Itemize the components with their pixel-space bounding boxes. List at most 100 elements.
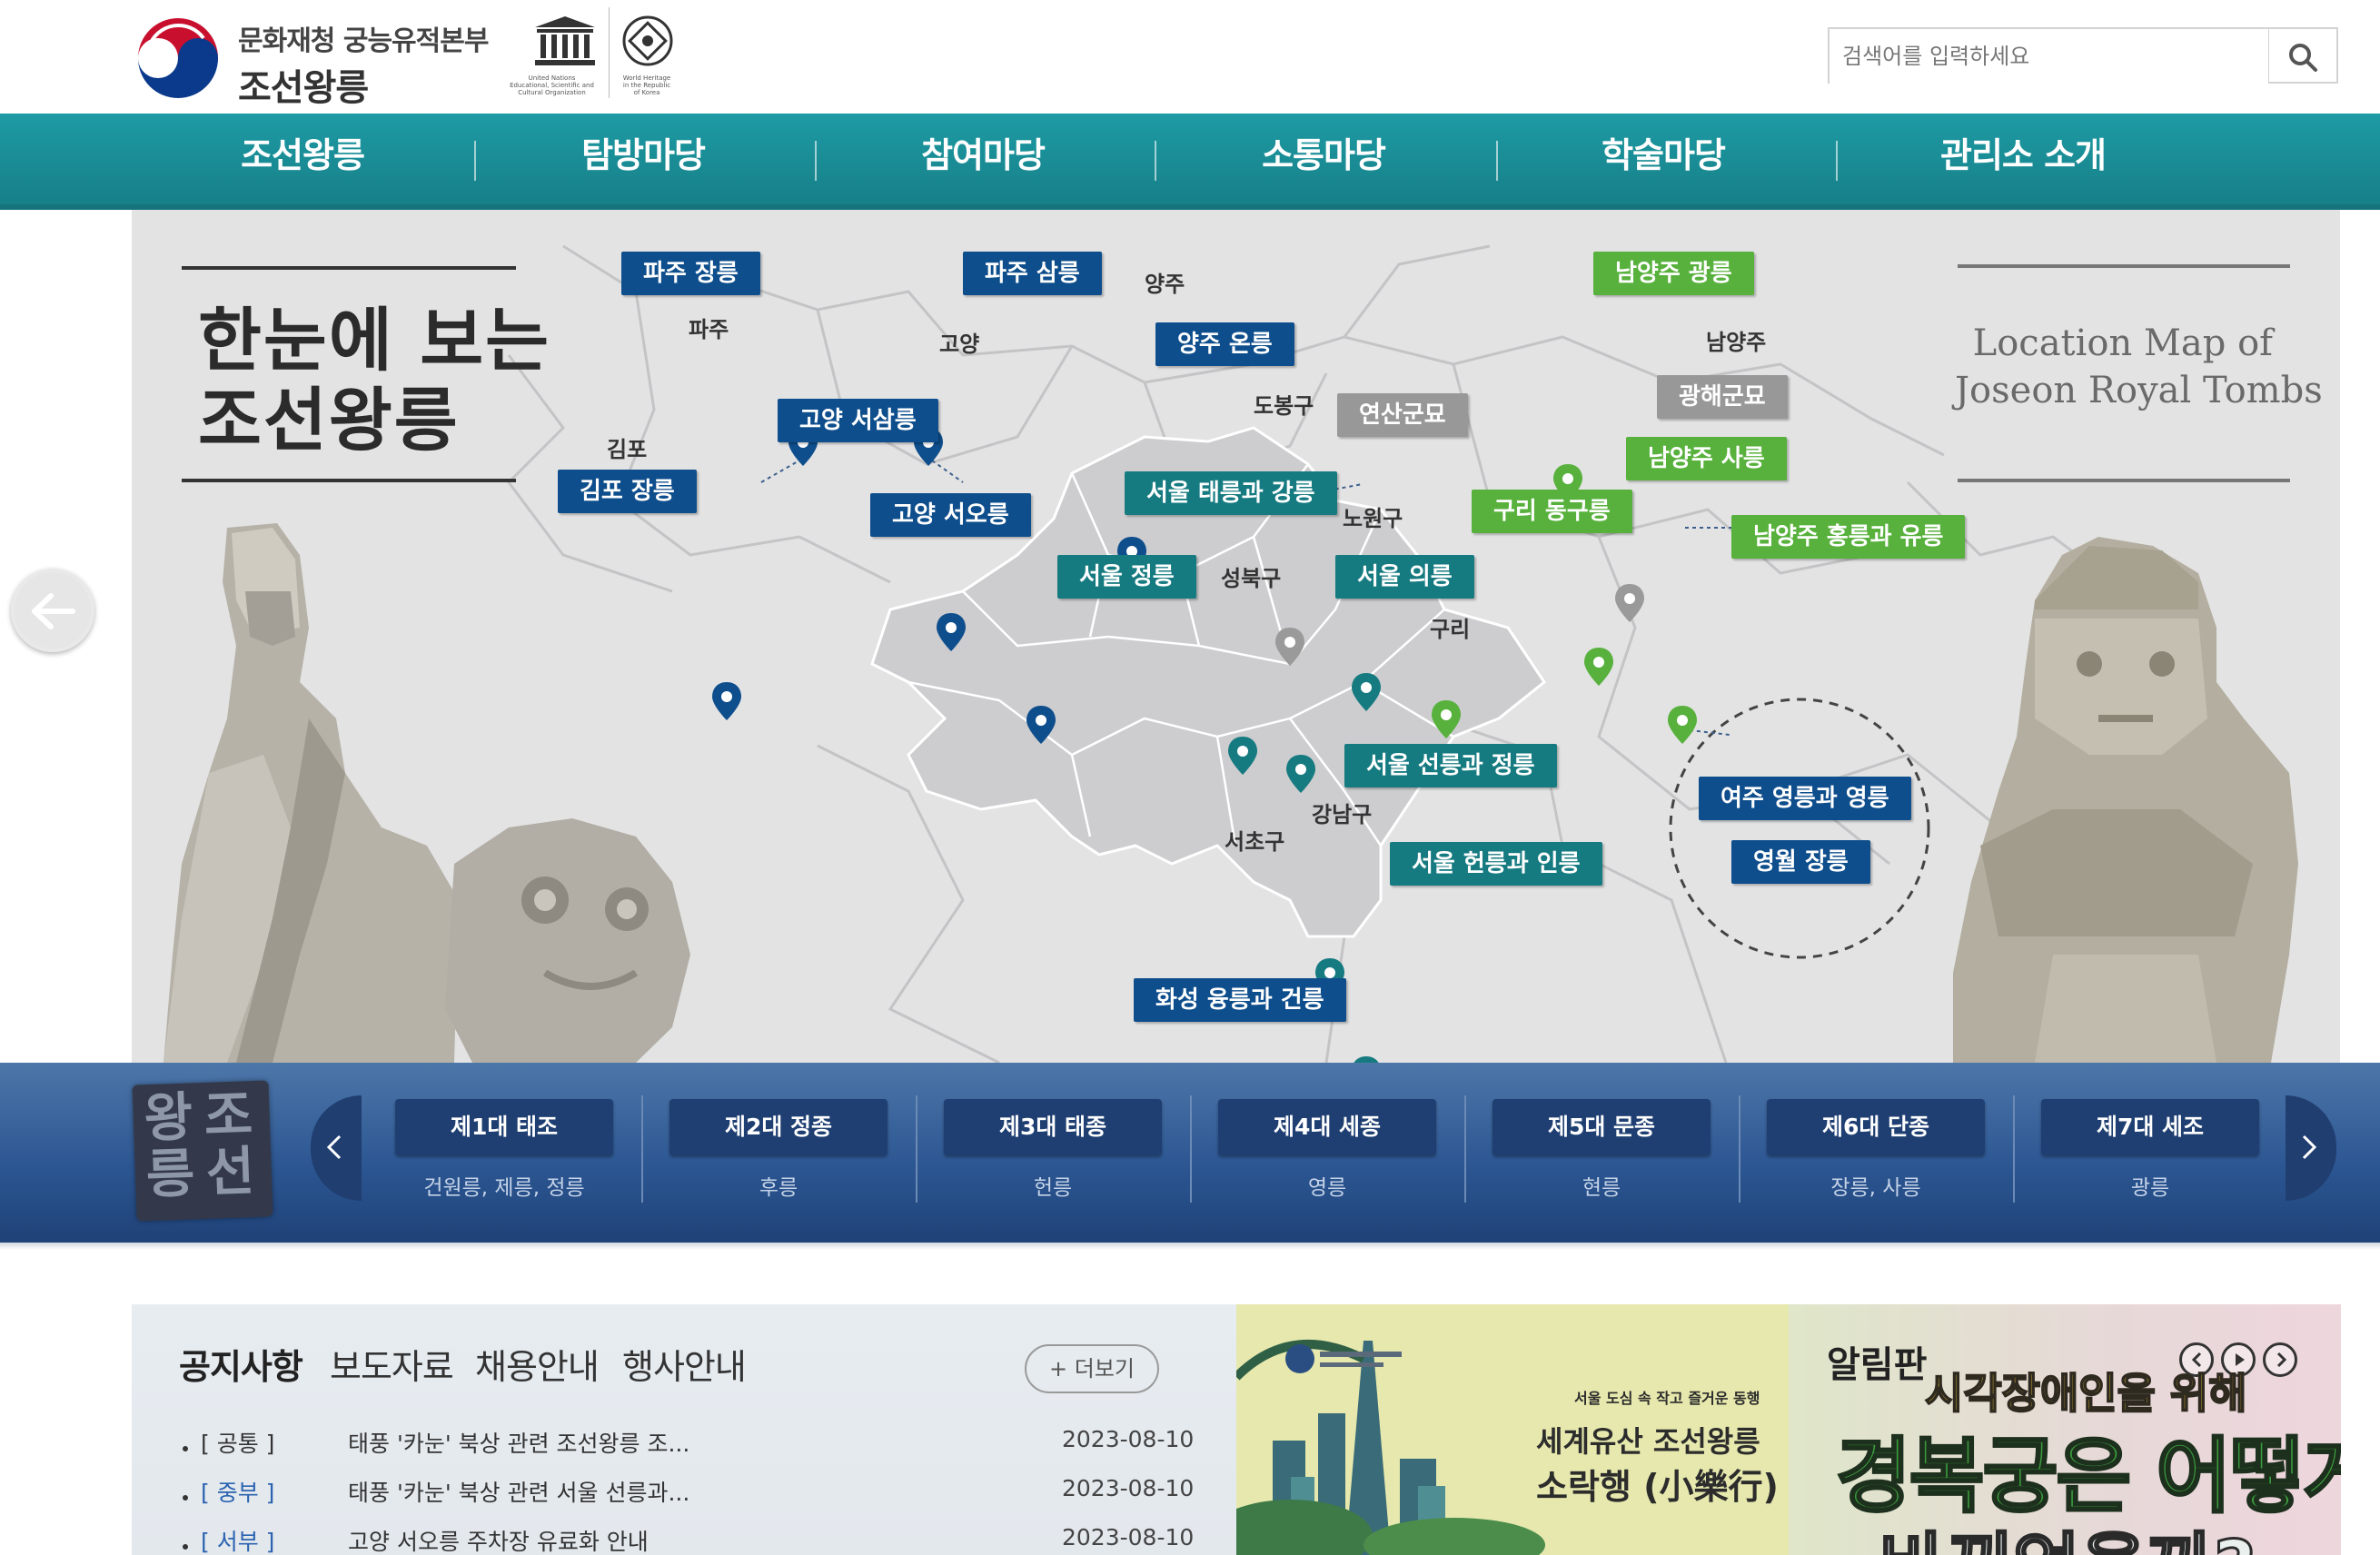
tomb-tag-hwaseong-yungneung[interactable]: 화성 융릉과 건릉: [1134, 978, 1346, 1022]
world-heritage-logo: World Heritage in the Republic of Korea: [610, 9, 683, 102]
tomb-tag-goyang-seosamneung[interactable]: 고양 서삼릉: [778, 399, 938, 442]
notice-category: [ 공통 ]: [201, 1431, 275, 1457]
king-next-button[interactable]: [2286, 1095, 2336, 1201]
tomb-tag-guri-donggureung[interactable]: 구리 동구릉: [1472, 490, 1632, 533]
header: 문화재청 궁능유적본부 조선왕릉 United Nations Educatio…: [0, 0, 2380, 114]
tomb-tag-seoul-uireung[interactable]: 서울 의릉: [1335, 555, 1474, 599]
tomb-tag-seoul-seolleung[interactable]: 서울 선릉과 정릉: [1344, 744, 1557, 787]
tomb-tag-namyangju-sareung[interactable]: 남양주 사릉: [1626, 437, 1787, 480]
search-button[interactable]: [2269, 27, 2338, 84]
king-card[interactable]: 제3대 태종 헌릉: [917, 1099, 1189, 1208]
bullet: [183, 1544, 188, 1550]
king-tombs: 광릉: [2130, 1176, 2170, 1200]
tomb-tag-gwanghaegun[interactable]: 광해군묘: [1657, 375, 1788, 419]
hero-prev-button[interactable]: [11, 569, 94, 652]
tomb-tag-yeonsangun[interactable]: 연산군묘: [1337, 393, 1468, 437]
unesco-line-2: Educational, Scientific and: [510, 82, 594, 89]
tomb-tag-yeongwol-jangneung[interactable]: 영월 장릉: [1731, 840, 1870, 884]
place-paju: 파주: [689, 317, 729, 342]
en-title-rule-top: [1958, 264, 2290, 268]
map-pin-icon: [1354, 1056, 1379, 1063]
chevron-right-icon: [2302, 1134, 2317, 1160]
world-heritage-emblem-icon: [622, 15, 673, 66]
notice-row[interactable]: [ 공통 ] 태풍 '카눈' 북상 관련 조선왕릉 조... 2023-08-1…: [183, 1426, 1194, 1462]
tomb-tag-yeoju-yeongneung[interactable]: 여주 영릉과 영릉: [1699, 777, 1911, 820]
hero-title-rule-bottom: [182, 479, 516, 482]
board-next-button[interactable]: [2263, 1342, 2297, 1377]
board-headline-3: 바뀌었을까?: [1878, 1509, 2256, 1555]
nav-item-visit[interactable]: 탐방마당: [473, 114, 813, 204]
more-button[interactable]: + 더보기: [1025, 1344, 1159, 1393]
logo-divider: [609, 7, 610, 98]
stone-statue-right: [1953, 537, 2298, 1063]
king-prev-button[interactable]: [311, 1095, 362, 1201]
king-card[interactable]: 제5대 문종 현릉: [1465, 1099, 1738, 1208]
seal-char: 선: [204, 1140, 256, 1203]
king-card[interactable]: 제6대 단종 장릉, 사릉: [1740, 1099, 2012, 1208]
place-yangju: 양주: [1145, 272, 1185, 297]
place-namyangju: 남양주: [1706, 330, 1767, 355]
place-goyang: 고양: [939, 332, 980, 357]
king-name: 제7대 세조: [2041, 1099, 2259, 1155]
notice-row[interactable]: [ 서부 ] 고양 서오릉 주차장 유료화 안내 2023-08-10: [183, 1524, 1194, 1555]
tomb-tag-namyangju-hongneung[interactable]: 남양주 홍릉과 유릉: [1731, 515, 1966, 559]
king-card[interactable]: 제2대 정종 후릉: [642, 1099, 915, 1208]
heritage-line-1: World Heritage: [622, 74, 671, 82]
nav-item-participation[interactable]: 참여마당: [813, 114, 1153, 204]
seal-char: 조: [203, 1084, 254, 1147]
nav-item-joseon-tombs[interactable]: 조선왕릉: [133, 114, 472, 204]
tomb-tag-seoul-taereung[interactable]: 서울 태릉과 강릉: [1125, 471, 1337, 515]
en-title-rule-bottom: [1958, 479, 2290, 482]
notice-board-banner[interactable]: 알림판 시각장애인을 위해 경복궁은 어떻게 바뀌었을까?: [1789, 1304, 2341, 1555]
tab-recruitment[interactable]: 채용안내: [475, 1339, 600, 1389]
notice-date: 2023-08-10: [1062, 1475, 1195, 1501]
notice-category: [ 중부 ]: [201, 1480, 275, 1506]
king-name: 제5대 문종: [1492, 1099, 1711, 1155]
tomb-tag-paju-jangneung[interactable]: 파주 장릉: [621, 252, 760, 295]
site-title: 조선왕릉: [238, 67, 369, 109]
king-tombs: 장릉, 사릉: [1830, 1176, 1921, 1200]
place-guri: 구리: [1430, 617, 1471, 642]
king-carousel: 조 선 왕 릉 제1대 태조 건원릉, 제릉, 정릉 제2대 정종 후릉 제3대…: [0, 1063, 2380, 1243]
tab-notices[interactable]: 공지사항: [179, 1339, 303, 1389]
promo-banner[interactable]: 서울 도심 속 작고 즐거운 동행 세계유산 조선왕릉 소락행 (小樂行): [1236, 1304, 1789, 1555]
arrow-left-icon: [32, 593, 75, 629]
notice-title: 태풍 '카눈' 북상 관련 서울 선릉과...: [348, 1480, 690, 1506]
place-seocho: 서초구: [1225, 829, 1285, 855]
search-input[interactable]: [1830, 29, 2270, 84]
king-card[interactable]: 제7대 세조 광릉: [2014, 1099, 2286, 1208]
nav-item-communication[interactable]: 소통마당: [1154, 114, 1493, 204]
tomb-tag-namyangju-gwangneung[interactable]: 남양주 광릉: [1593, 252, 1754, 295]
notice-date: 2023-08-10: [1062, 1524, 1195, 1550]
tomb-tag-seoul-jeongneung[interactable]: 서울 정릉: [1057, 555, 1196, 599]
stone-statue-left: [164, 523, 459, 1063]
board-title: 알림판: [1827, 1344, 1928, 1386]
tomb-tag-seoul-heolleung[interactable]: 서울 헌릉과 인릉: [1390, 842, 1602, 886]
notice-title: 태풍 '카눈' 북상 관련 조선왕릉 조...: [348, 1431, 690, 1457]
tab-events[interactable]: 행사안내: [622, 1339, 747, 1389]
nav-separator: [1836, 141, 1838, 181]
seal-char: 릉: [144, 1142, 196, 1206]
site-logo[interactable]: 문화재청 궁능유적본부 조선왕릉: [127, 7, 500, 109]
heritage-line-3: of Korea: [633, 89, 660, 96]
main-nav: 조선왕릉 탐방마당 참여마당 소통마당 학술마당 관리소 소개: [0, 114, 2380, 210]
tomb-tag-paju-samneung[interactable]: 파주 삼릉: [963, 252, 1102, 295]
tomb-tag-yangju-onneung[interactable]: 양주 온릉: [1155, 322, 1294, 366]
tomb-tag-gimpo-jangneung[interactable]: 김포 장릉: [558, 470, 697, 513]
promo-line-1: 세계유산 조선왕릉: [1536, 1424, 1760, 1459]
nav-item-academic[interactable]: 학술마당: [1493, 114, 1833, 204]
king-card[interactable]: 제1대 태조 건원릉, 제릉, 정릉: [368, 1099, 640, 1208]
king-strip-shadow: [0, 1243, 2380, 1250]
king-card[interactable]: 제4대 세종 영릉: [1191, 1099, 1463, 1208]
notice-row[interactable]: [ 중부 ] 태풍 '카눈' 북상 관련 서울 선릉과... 2023-08-1…: [183, 1475, 1194, 1511]
seal-char: 왕: [143, 1085, 194, 1150]
stone-animal: [445, 818, 690, 1063]
tab-press[interactable]: 보도자료: [330, 1339, 454, 1389]
unesco-logo: United Nations Educational, Scientific a…: [495, 9, 609, 102]
king-tombs: 영릉: [1307, 1176, 1347, 1200]
en-title-line-2: Joseon Royal Tombs: [1955, 370, 2323, 411]
tomb-tag-goyang-seooreung[interactable]: 고양 서오릉: [870, 493, 1031, 537]
nav-item-about[interactable]: 관리소 소개: [1853, 114, 2193, 204]
king-name: 제4대 세종: [1218, 1099, 1436, 1155]
search-box: [1828, 27, 2270, 84]
